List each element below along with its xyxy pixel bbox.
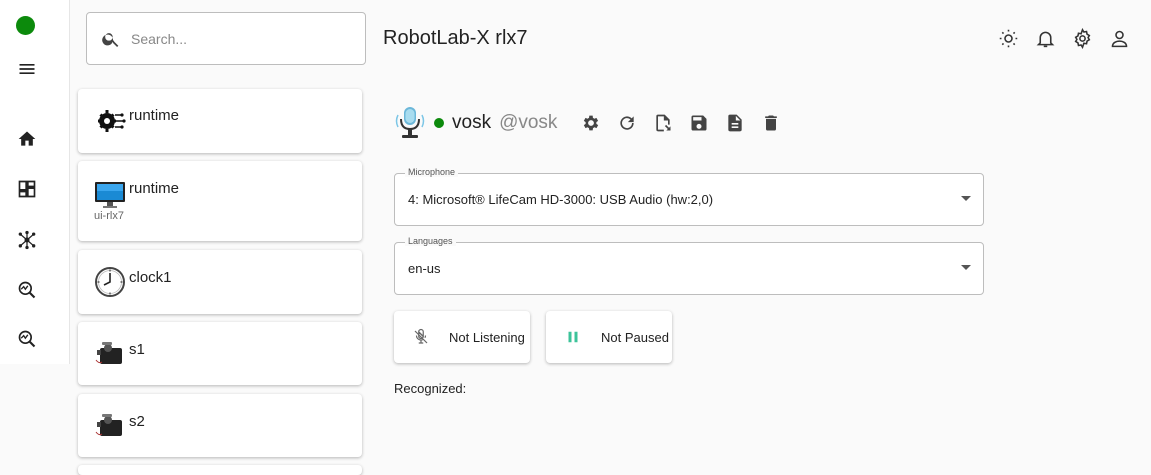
network-icon[interactable] bbox=[15, 228, 39, 252]
search-input[interactable] bbox=[131, 30, 351, 47]
listen-toggle-label: Not Listening bbox=[449, 329, 525, 345]
monitor-icon bbox=[95, 182, 125, 208]
search-icon bbox=[102, 32, 119, 47]
servo-icon bbox=[95, 342, 122, 364]
search-analytics-icon[interactable] bbox=[15, 278, 39, 302]
service-name-heading: vosk bbox=[452, 112, 492, 133]
pause-toggle-label: Not Paused bbox=[601, 329, 669, 345]
service-name: runtime bbox=[129, 107, 180, 124]
pause-icon bbox=[563, 327, 583, 347]
service-header: vosk @vosk bbox=[394, 105, 783, 141]
service-name: s2 bbox=[129, 413, 145, 430]
service-card-s2[interactable]: s2 bbox=[78, 394, 362, 457]
menu-icon[interactable] bbox=[15, 57, 39, 81]
save-icon[interactable] bbox=[687, 111, 711, 135]
microphone-logo-icon bbox=[395, 107, 425, 138]
service-card-clock1[interactable]: clock1 bbox=[78, 250, 362, 314]
microphone-select-value: 4: Microsoft® LifeCam HD-3000: USB Audio… bbox=[408, 192, 714, 207]
service-name: clock1 bbox=[129, 269, 172, 286]
service-card-runtime-ui[interactable]: runtime ui-rlx7 bbox=[78, 161, 362, 241]
notifications-bell-icon[interactable] bbox=[1033, 26, 1057, 50]
side-rail bbox=[0, 0, 70, 364]
online-status-dot bbox=[434, 118, 444, 128]
file-export-icon[interactable] bbox=[651, 111, 675, 135]
mic-off-icon bbox=[411, 327, 431, 347]
user-account-icon[interactable] bbox=[1107, 26, 1131, 50]
home-icon[interactable] bbox=[15, 127, 39, 151]
service-card-s1[interactable]: s1 bbox=[78, 322, 362, 385]
theme-toggle-sun-icon[interactable] bbox=[996, 26, 1020, 50]
delete-trash-icon[interactable] bbox=[759, 111, 783, 135]
service-instance-label: ui-rlx7 bbox=[94, 210, 124, 222]
service-name: s1 bbox=[129, 341, 145, 358]
search-analytics-icon[interactable] bbox=[15, 327, 39, 351]
service-name: runtime bbox=[129, 180, 180, 197]
service-card-runtime[interactable]: runtime bbox=[78, 89, 362, 153]
languages-select[interactable]: Languages en-us bbox=[394, 236, 984, 295]
chevron-down-icon bbox=[961, 196, 971, 201]
page-title: RobotLab-X rlx7 bbox=[383, 27, 528, 49]
microphone-select-label: Microphone bbox=[405, 167, 459, 177]
search-box[interactable] bbox=[86, 12, 366, 65]
languages-select-label: Languages bbox=[405, 236, 456, 246]
settings-gear-icon[interactable] bbox=[579, 111, 603, 135]
document-icon[interactable] bbox=[723, 111, 747, 135]
clock-icon bbox=[95, 267, 125, 297]
languages-select-value: en-us bbox=[408, 261, 441, 276]
recognized-label: Recognized: bbox=[394, 381, 467, 396]
listen-toggle-button[interactable]: Not Listening bbox=[394, 311, 530, 363]
connection-status-dot bbox=[16, 16, 35, 35]
chevron-down-icon bbox=[961, 265, 971, 270]
service-card-partial[interactable] bbox=[78, 465, 362, 475]
servo-icon bbox=[95, 414, 122, 436]
microphone-select[interactable]: Microphone 4: Microsoft® LifeCam HD-3000… bbox=[394, 167, 984, 226]
refresh-icon[interactable] bbox=[615, 111, 639, 135]
settings-gear-icon[interactable] bbox=[1070, 26, 1094, 50]
service-type-label: @vosk bbox=[499, 112, 558, 133]
gear-circuit-icon bbox=[98, 110, 126, 132]
pause-toggle-button[interactable]: Not Paused bbox=[546, 311, 672, 363]
dashboard-icon[interactable] bbox=[15, 177, 39, 201]
